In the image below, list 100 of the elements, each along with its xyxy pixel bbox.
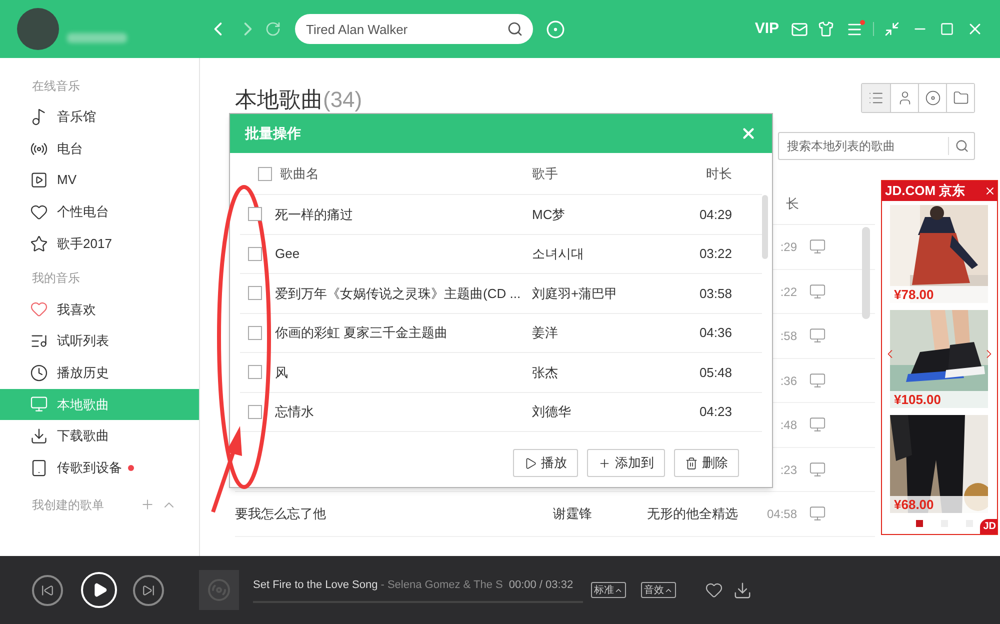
action-button[interactable]: 删除 [674,449,739,477]
section-heading: 在线音乐 [31,78,81,95]
view-button[interactable] [946,84,974,112]
ad-panel[interactable]: JD.COM 京东 ¥78.00 ¥105.00 ¥68.00 JD [881,180,998,535]
checkbox[interactable] [258,166,272,180]
action-button[interactable]: 添加到 [587,449,665,477]
sidebar-label: 播放历史 [57,364,109,382]
column-header: 长 [785,194,800,213]
monitor-icon [809,372,826,389]
view-button[interactable] [862,84,890,112]
sidebar-item[interactable]: 播放历史 [0,356,199,388]
star-icon [30,234,48,253]
artist-name: MC梦 [532,206,566,224]
duration: 03:58 [698,284,732,302]
price-label: ¥78.00 [890,286,988,303]
sidebar-label: 我喜欢 [57,300,96,319]
scrollbar[interactable] [762,195,768,259]
search-icon[interactable] [507,21,523,37]
section-heading: 我创建的歌单 [32,496,105,514]
device-icon [30,458,48,477]
checkbox[interactable] [248,365,262,380]
refresh-icon[interactable] [265,21,281,37]
duration: :36 [780,374,797,388]
download-icon[interactable] [733,580,752,600]
duration: :23 [780,462,797,476]
sidebar-label: 本地歌曲 [57,396,109,414]
sidebar-label: 下载歌曲 [57,427,109,446]
artist-name[interactable]: - Selena Gomez & The S [380,576,503,594]
duration: :48 [780,418,797,432]
avatar[interactable] [17,8,59,50]
sidebar-item[interactable]: 音乐馆 [0,101,199,133]
section-heading: 我的音乐 [31,270,81,288]
menu-icon[interactable] [846,20,863,38]
checkbox[interactable] [248,207,262,222]
product-card[interactable]: ¥105.00 [890,310,988,408]
local-search-field[interactable]: 搜索本地列表的歌曲 [778,132,975,160]
action-button[interactable]: 播放 [513,449,578,477]
sidebar-item[interactable]: 试听列表 [0,325,199,357]
artist-name[interactable]: 谢霆锋 [553,506,592,521]
song-title: 死一样的痛过 [275,206,354,224]
like-icon[interactable] [705,581,723,599]
quality-button[interactable]: 标准 [591,582,626,598]
sidebar-label: 传歌到设备 [57,458,122,477]
sidebar-item[interactable]: 歌手2017 [0,228,199,260]
next-icon [142,584,155,596]
artist-name: 刘德华 [532,403,572,421]
mini-mode-icon[interactable] [884,21,900,37]
close-icon[interactable] [984,185,996,197]
monitor-icon [30,395,48,414]
duration: 04:36 [698,324,732,342]
play-button[interactable] [81,572,117,608]
checkbox[interactable] [248,286,262,300]
duration: :22 [780,284,797,298]
song-count: (34) [323,86,362,114]
sidebar-item[interactable]: MV [0,164,199,196]
price-label: ¥68.00 [890,496,988,513]
folder-icon [952,90,968,106]
song-title: 忘情水 [275,403,315,421]
dialog-title: 批量操作 [245,124,302,143]
artist-name: 张杰 [532,364,559,382]
album-name[interactable]: 无形的他全精选 [647,506,738,521]
product-card[interactable]: ¥78.00 [890,205,988,303]
checkbox[interactable] [248,246,262,261]
monitor-icon [809,505,826,522]
album-thumbnail[interactable] [199,570,239,610]
next-button[interactable] [133,574,164,606]
maximize-icon[interactable] [940,22,954,36]
duration: 04:58 [766,507,797,521]
sidebar-item[interactable]: 下载歌曲 [0,420,199,452]
mail-icon[interactable] [791,20,808,38]
clock-icon [30,364,48,382]
song-title: 爱到万年《女娲传说之灵珠》主题曲(CD ... [275,284,522,303]
sidebar-item[interactable]: 电台 [0,132,199,164]
artist-name: 소녀시대 [532,245,585,263]
price-label: ¥105.00 [890,391,988,408]
duration: 04:29 [698,206,732,224]
page-title: 本地歌曲 [235,86,323,114]
disc-icon [924,90,940,106]
play-icon [524,456,537,470]
song-title[interactable]: 要我怎么忘了他 [235,506,326,521]
close-icon[interactable] [740,125,757,142]
download-icon [30,427,48,446]
effect-button[interactable]: 音效 [641,582,676,598]
recognize-icon[interactable] [546,20,565,38]
search-field[interactable]: Tired Alan Walker [295,14,533,44]
trash-icon [685,456,698,470]
add-playlist-icon[interactable] [140,497,155,512]
search-icon[interactable] [955,139,969,153]
play-icon [92,582,108,598]
shirt-icon[interactable] [818,21,834,37]
checkbox[interactable] [248,404,262,419]
sidebar-item[interactable]: 我喜欢 [0,293,199,326]
checkbox[interactable] [248,326,262,340]
sidebar-item[interactable]: 传歌到设备 [0,452,199,484]
monitor-icon [809,282,826,300]
previous-button[interactable] [32,574,63,606]
scrollbar[interactable] [862,227,870,319]
song-title[interactable]: Set Fire to the Love Song [253,576,378,594]
song-title: 风 [275,364,289,382]
sidebar-item[interactable]: 个性电台 [0,196,199,228]
